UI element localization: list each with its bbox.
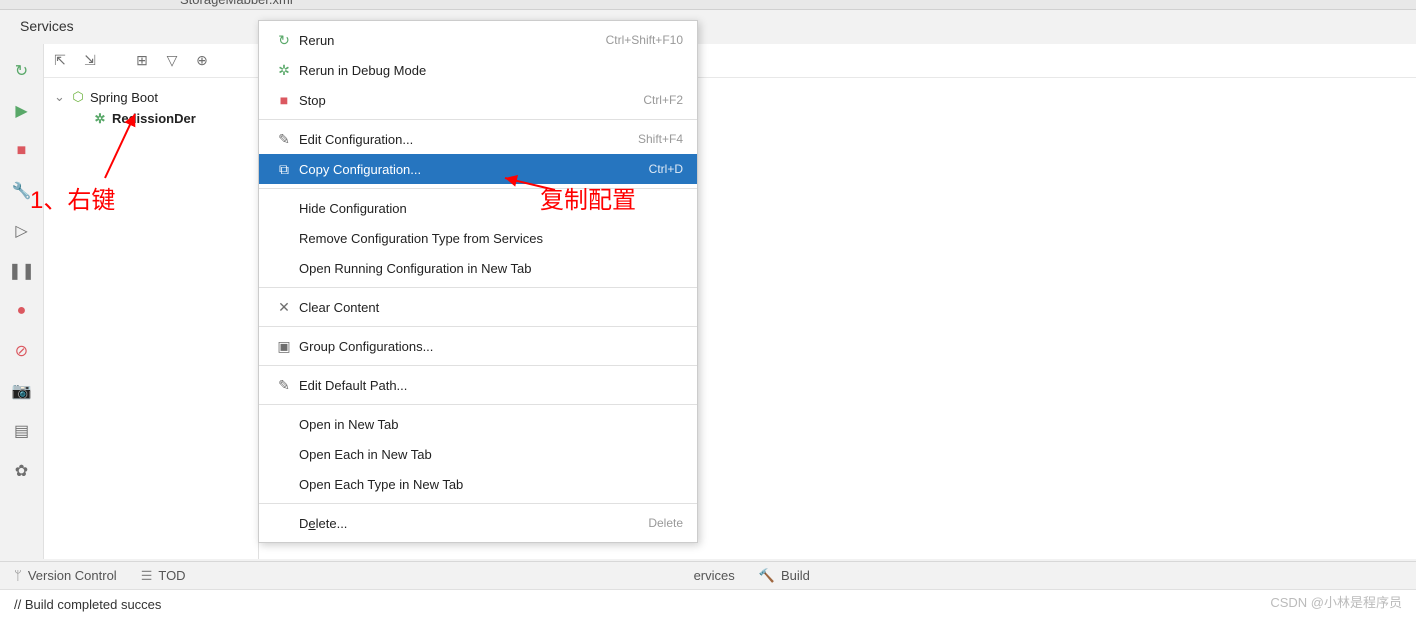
- settings-icon[interactable]: ✿: [13, 462, 31, 480]
- tree-node-app[interactable]: ✲ RedissionDer: [44, 108, 258, 129]
- hammer-icon: 🔨: [759, 568, 775, 584]
- menu-separator: [259, 365, 697, 366]
- bug-icon: ✲: [92, 112, 108, 126]
- menu-open-each-new-tab[interactable]: Open Each in New Tab: [259, 439, 697, 469]
- menu-open-new-tab[interactable]: Open in New Tab: [259, 409, 697, 439]
- rerun-icon: ↻: [273, 32, 295, 49]
- stop-icon: ■: [273, 92, 295, 108]
- camera-icon[interactable]: 📷: [13, 382, 31, 400]
- tree-node-label: RedissionDer: [112, 111, 196, 126]
- menu-separator: [259, 287, 697, 288]
- status-bar: // Build completed succes: [0, 589, 1416, 619]
- editor-tab-bar: StorageMabber.xml: [0, 0, 1416, 10]
- filter-icon[interactable]: ▽: [164, 53, 180, 69]
- collapse-all-icon[interactable]: ⇲: [82, 53, 98, 69]
- bottom-tool-tabs: ᛘVersion Control ☰TOD ervices 🔨Build: [0, 561, 1416, 589]
- run-icon[interactable]: ▶: [13, 102, 31, 120]
- menu-separator: [259, 503, 697, 504]
- watermark: CSDN @小林是程序员: [1270, 592, 1402, 611]
- services-tree-panel: ⇱ ⇲ ⊞ ▽ ⊕ ⌄ ⬡ Spring Boot ✲ RedissionDer: [44, 44, 259, 559]
- tree-toolbar: ⇱ ⇲ ⊞ ▽ ⊕: [44, 44, 258, 78]
- menu-edit-default-path[interactable]: ✎ Edit Default Path...: [259, 370, 697, 400]
- copy-icon: ⧉: [273, 161, 295, 178]
- menu-copy-configuration[interactable]: ⧉ Copy Configuration... Ctrl+D: [259, 154, 697, 184]
- step-icon[interactable]: ▷: [13, 222, 31, 240]
- menu-hide-configuration[interactable]: Hide Configuration: [259, 193, 697, 223]
- menu-rerun[interactable]: ↻ Rerun Ctrl+Shift+F10: [259, 25, 697, 55]
- rerun-icon[interactable]: ↻: [13, 62, 31, 80]
- menu-separator: [259, 404, 697, 405]
- editor-tab[interactable]: StorageMabber.xml: [180, 0, 293, 7]
- pause-icon[interactable]: ❚❚: [13, 262, 31, 280]
- branch-icon: ᛘ: [14, 568, 22, 583]
- panel-title-services: Services: [20, 18, 74, 34]
- chevron-down-icon: ⌄: [54, 89, 66, 105]
- stop-icon[interactable]: ■: [13, 142, 31, 160]
- menu-separator: [259, 119, 697, 120]
- record-icon[interactable]: ●: [13, 302, 31, 320]
- tree-node-label: Spring Boot: [90, 90, 158, 105]
- services-left-toolbar: ↻ ▶ ■ 🔧 ▷ ❚❚ ● ⊘ 📷 ▤ ✿: [0, 44, 44, 559]
- menu-remove-type[interactable]: Remove Configuration Type from Services: [259, 223, 697, 253]
- tab-build[interactable]: 🔨Build: [759, 568, 810, 584]
- expand-all-icon[interactable]: ⇱: [52, 53, 68, 69]
- add-icon[interactable]: ⊕: [194, 53, 210, 69]
- tree-node-spring-boot[interactable]: ⌄ ⬡ Spring Boot: [44, 86, 258, 108]
- menu-clear-content[interactable]: ✕ Clear Content: [259, 292, 697, 322]
- menu-group-configurations[interactable]: ▣ Group Configurations...: [259, 331, 697, 361]
- wrench-icon[interactable]: 🔧: [13, 182, 31, 200]
- disable-icon[interactable]: ⊘: [13, 342, 31, 360]
- tab-todo[interactable]: ☰TOD: [141, 568, 186, 584]
- spring-boot-icon: ⬡: [70, 90, 86, 104]
- debug-icon: ✲: [273, 62, 295, 79]
- tab-version-control[interactable]: ᛘVersion Control: [14, 568, 117, 583]
- pencil-icon: ✎: [273, 131, 295, 148]
- menu-open-running[interactable]: Open Running Configuration in New Tab: [259, 253, 697, 283]
- menu-separator: [259, 326, 697, 327]
- layout-icon[interactable]: ▤: [13, 422, 31, 440]
- menu-delete[interactable]: Delete... Delete: [259, 508, 697, 538]
- menu-edit-configuration[interactable]: ✎ Edit Configuration... Shift+F4: [259, 124, 697, 154]
- menu-stop[interactable]: ■ Stop Ctrl+F2: [259, 85, 697, 115]
- menu-rerun-debug[interactable]: ✲ Rerun in Debug Mode: [259, 55, 697, 85]
- context-menu: ↻ Rerun Ctrl+Shift+F10 ✲ Rerun in Debug …: [258, 20, 698, 543]
- group-icon[interactable]: ⊞: [134, 53, 150, 69]
- tab-services[interactable]: ervices: [694, 568, 735, 583]
- status-text: // Build completed succes: [14, 597, 161, 612]
- menu-open-each-type-new-tab[interactable]: Open Each Type in New Tab: [259, 469, 697, 499]
- close-icon: ✕: [273, 299, 295, 316]
- pencil-icon: ✎: [273, 377, 295, 394]
- todo-icon: ☰: [141, 568, 153, 584]
- menu-separator: [259, 188, 697, 189]
- group-icon: ▣: [273, 338, 295, 355]
